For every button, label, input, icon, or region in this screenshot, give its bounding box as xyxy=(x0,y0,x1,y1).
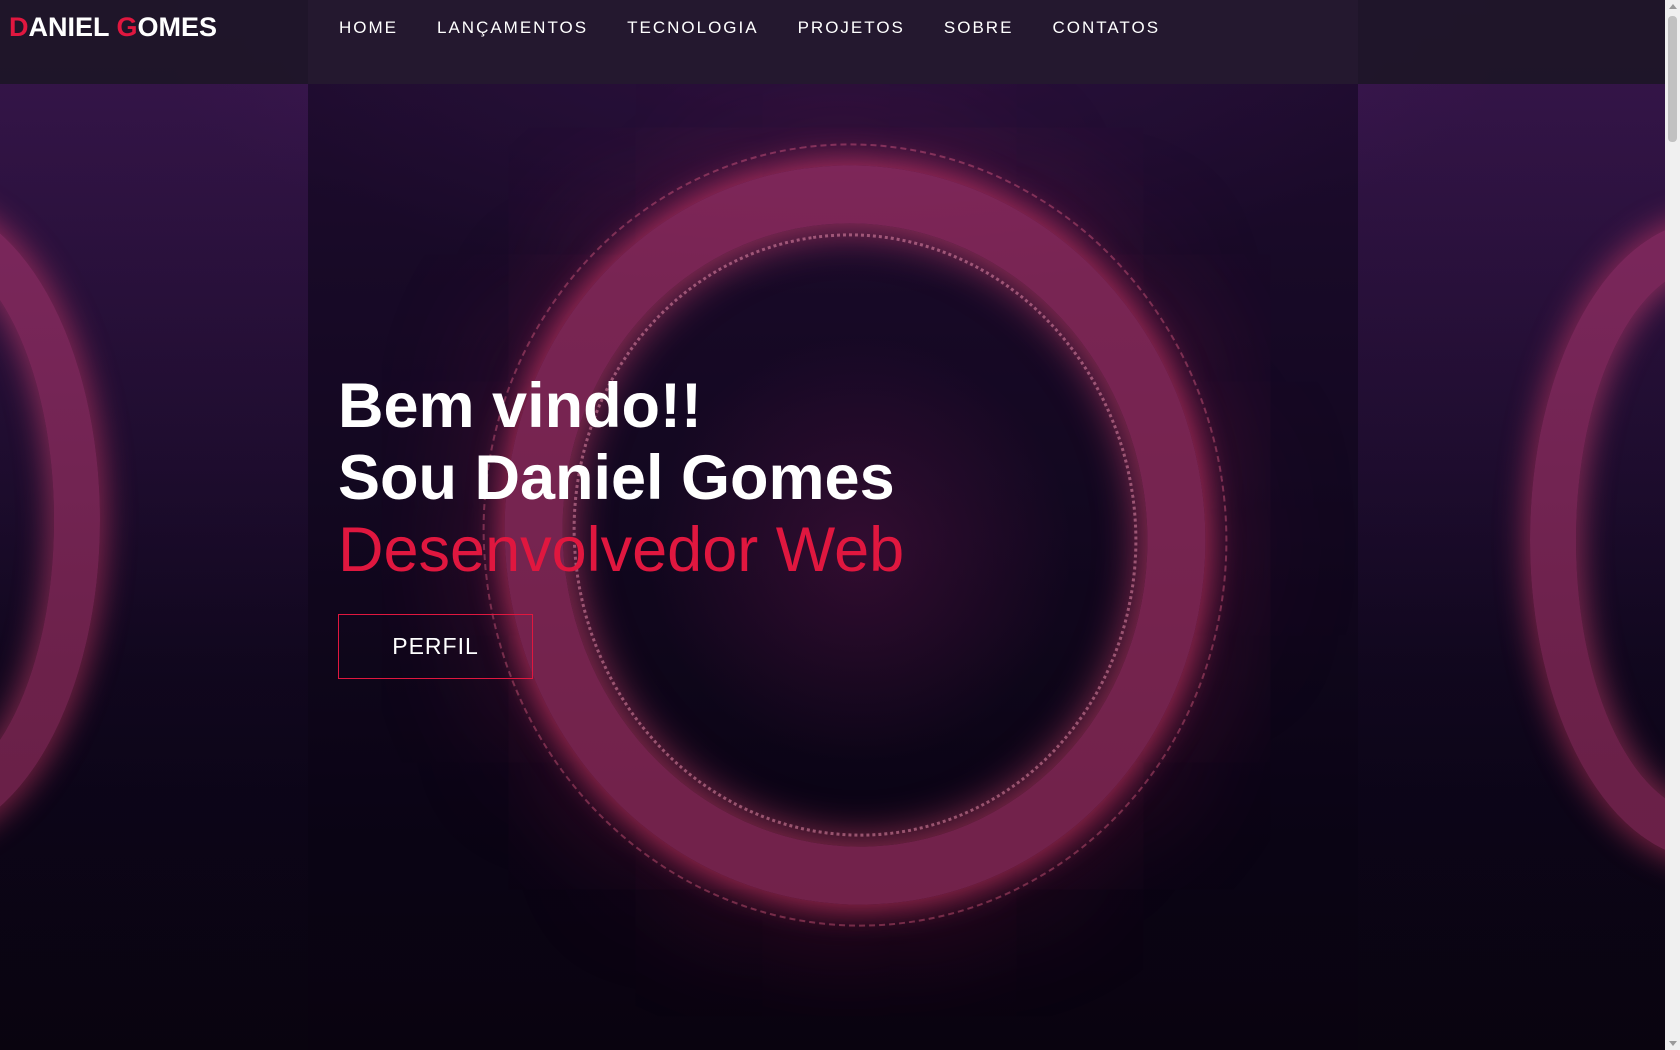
nav-link-lancamentos[interactable]: LANÇAMENTOS xyxy=(437,18,588,38)
nav-link-contatos[interactable]: CONTATOS xyxy=(1052,18,1160,38)
hero-greeting: Bem vindo!! xyxy=(338,371,703,441)
background-strip-right xyxy=(1358,84,1665,1050)
perfil-button[interactable]: PERFIL xyxy=(338,614,533,679)
site-header: DANIEL GOMES HOME LANÇAMENTOS TECNOLOGIA… xyxy=(0,0,1665,84)
hero-section: DANIEL GOMES HOME LANÇAMENTOS TECNOLOGIA… xyxy=(0,0,1665,1050)
header-center-panel xyxy=(308,0,1358,84)
nav-link-tecnologia[interactable]: TECNOLOGIA xyxy=(627,18,758,38)
logo-initial-d: D xyxy=(9,12,29,42)
hero-name: Sou Daniel Gomes xyxy=(338,443,895,513)
hero-role: Desenvolvedor Web xyxy=(338,515,905,585)
nav-link-home[interactable]: HOME xyxy=(339,18,398,38)
scrollbar-thumb[interactable] xyxy=(1668,16,1677,142)
hero-text: Bem vindo!! Sou Daniel Gomes Desenvolved… xyxy=(338,370,904,586)
site-logo[interactable]: DANIEL GOMES xyxy=(9,12,217,43)
logo-initial-g: G xyxy=(116,12,138,42)
logo-first-name-rest: ANIEL xyxy=(28,12,117,42)
nav-link-projetos[interactable]: PROJETOS xyxy=(798,18,905,38)
logo-last-name-rest: OMES xyxy=(137,12,218,42)
scroll-down-arrow-icon[interactable] xyxy=(1669,1041,1677,1046)
page-scrollbar[interactable] xyxy=(1665,0,1680,1050)
nav-link-sobre[interactable]: SOBRE xyxy=(944,18,1014,38)
main-nav: HOME LANÇAMENTOS TECNOLOGIA PROJETOS SOB… xyxy=(339,18,1199,38)
background-strip-left xyxy=(0,84,308,1050)
scroll-up-arrow-icon[interactable] xyxy=(1669,4,1677,9)
